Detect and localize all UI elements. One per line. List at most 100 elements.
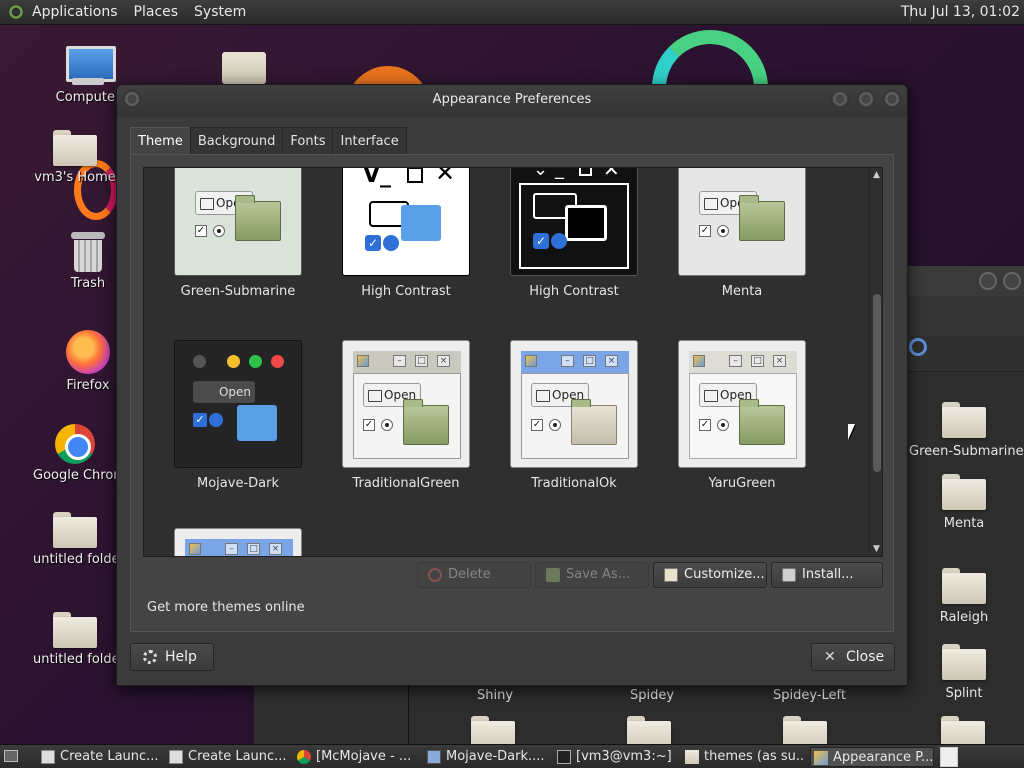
delete-icon <box>428 568 442 582</box>
search-icon[interactable] <box>909 338 927 356</box>
taskbar-item-label: [vm3@vm3:~] <box>576 749 672 764</box>
taskbar-item[interactable]: [vm3@vm3:~] <box>554 747 676 767</box>
taskbar-item[interactable]: themes (as su... <box>682 747 804 767</box>
customize-button[interactable]: Customize... <box>653 562 767 588</box>
checkbox-preview: ✓ <box>531 419 543 431</box>
minimize-icon: – <box>393 355 406 367</box>
folder-icon <box>565 205 607 241</box>
checkbox-preview: ✓ <box>699 419 711 431</box>
minimize-icon: – <box>729 355 742 367</box>
close-icon <box>271 355 284 368</box>
theme-thumbnail: Open ✓ <box>174 340 302 468</box>
window-title: Appearance Preferences <box>432 92 592 107</box>
save-as-button[interactable]: Save As... <box>535 562 649 588</box>
minimize-icon[interactable] <box>979 272 997 290</box>
folder-icon <box>739 399 785 445</box>
maximize-icon <box>407 168 423 183</box>
folder-item[interactable]: Menta <box>909 474 1019 531</box>
folder-icon <box>942 644 986 680</box>
theme-item[interactable]: – □ × <box>154 528 322 556</box>
theme-list[interactable]: _ □ × Open ✓ Green-Submarine V_ ✕ <box>143 167 883 557</box>
maximize-icon[interactable] <box>1003 272 1021 290</box>
scroll-down-arrow-icon[interactable]: ▼ <box>873 544 880 554</box>
home-folder-icon <box>53 130 97 166</box>
folder-icon <box>942 474 986 510</box>
titlebar[interactable]: Appearance Preferences <box>117 85 907 117</box>
close-icon: × <box>605 355 618 367</box>
clock[interactable]: Thu Jul 13, 01:02 <box>901 4 1020 20</box>
close-icon: × <box>269 543 282 555</box>
taskbar-item-active[interactable]: Appearance P... <box>810 747 934 767</box>
minimize-icon[interactable] <box>831 90 849 108</box>
radio-preview <box>383 235 399 251</box>
scrollbar-thumb[interactable] <box>873 294 881 472</box>
tab-interface[interactable]: Interface <box>332 127 407 155</box>
folder-label[interactable]: Shiny <box>477 688 513 703</box>
terminal-icon: V_ <box>363 167 392 188</box>
theme-list-scrollbar[interactable]: ▲ ▼ <box>869 168 882 556</box>
radio-preview <box>209 413 223 427</box>
theme-name: Menta <box>721 284 763 299</box>
scroll-up-arrow-icon[interactable]: ▲ <box>873 170 880 180</box>
taskbar-item-label: Create Launc... <box>60 749 159 764</box>
folder-icon <box>53 612 97 648</box>
folder-icon <box>53 512 97 548</box>
close-icon[interactable] <box>883 90 901 108</box>
workspace-switcher[interactable] <box>940 747 958 767</box>
customize-button-label: Customize... <box>684 567 765 582</box>
tab-fonts[interactable]: Fonts <box>282 127 334 155</box>
delete-button[interactable]: Delete <box>417 562 531 588</box>
close-button[interactable]: ✕ Close <box>811 643 895 671</box>
menu-system[interactable]: System <box>194 4 246 20</box>
appearance-icon <box>814 751 828 765</box>
get-more-themes-link[interactable]: Get more themes online <box>147 600 305 615</box>
taskbar-item[interactable]: Create Launc... <box>38 747 160 767</box>
folder-item[interactable]: Raleigh <box>909 568 1019 625</box>
folder-icon <box>942 402 986 438</box>
install-button[interactable]: Install... <box>771 562 883 588</box>
theme-item[interactable]: – □ × Open ✓ TraditionalOk <box>490 340 658 491</box>
folder-icon <box>685 750 699 764</box>
top-panel: Applications Places System Thu Jul 13, 0… <box>0 0 1024 25</box>
tab-theme[interactable]: Theme <box>130 127 191 155</box>
menu-applications[interactable]: Applications <box>32 4 118 20</box>
folder-item[interactable]: Green-Submarine <box>909 402 1024 459</box>
desktop-icon-home[interactable]: vm3's Home <box>33 130 117 185</box>
theme-item[interactable]: ⌄ _ ✕ ✓ High Contrast <box>490 168 658 299</box>
menu-places[interactable]: Places <box>134 4 179 20</box>
folder-label[interactable]: Spidey-Left <box>773 688 846 703</box>
folder-icon[interactable] <box>222 52 266 84</box>
desktop-icon-label: vm3's Home <box>34 170 116 185</box>
theme-name: YaruGreen <box>708 476 776 491</box>
folder-label[interactable]: Spidey <box>630 688 674 703</box>
maximize-icon: □ <box>583 355 596 367</box>
theme-item[interactable]: – □ × Open ✓ YaruGreen <box>658 340 826 491</box>
customize-icon <box>664 568 678 582</box>
chrome-icon <box>55 424 95 464</box>
theme-item[interactable]: V_ ✕ ✓ High Contrast <box>322 167 490 299</box>
folder-item[interactable]: Splint <box>909 644 1019 701</box>
help-button[interactable]: Help <box>130 643 214 671</box>
delete-button-label: Delete <box>448 567 491 582</box>
taskbar-item[interactable]: Mojave-Dark.... <box>424 747 546 767</box>
theme-item[interactable]: _ □ × Open ✓ Green-Submarine <box>154 168 322 299</box>
appearance-preferences-window[interactable]: Appearance Preferences Theme Background … <box>116 84 908 686</box>
desktop-icon-label: untitled folder <box>33 652 117 667</box>
theme-item[interactable]: Open ✓ Menta <box>658 168 826 299</box>
taskbar-item[interactable]: [McMojave - ... <box>294 747 416 767</box>
mate-logo-icon[interactable] <box>8 4 24 20</box>
desktop-icon-chrome[interactable]: Google Chrome <box>33 424 117 483</box>
maximize-icon: □ <box>751 355 764 367</box>
desktop-icon-folder[interactable]: untitled folder <box>33 612 117 667</box>
folder-icon <box>739 195 785 241</box>
taskbar-item[interactable]: Create Launc... <box>166 747 288 767</box>
theme-item[interactable]: – □ × Open ✓ TraditionalGreen <box>322 340 490 491</box>
maximize-icon[interactable] <box>857 90 875 108</box>
theme-item[interactable]: Open ✓ Mojave-Dark <box>154 340 322 491</box>
desktop-icon-folder[interactable]: untitled folder <box>33 512 117 567</box>
minimize-icon <box>227 355 240 368</box>
show-desktop-icon[interactable] <box>4 750 18 762</box>
taskbar-item-label: Mojave-Dark.... <box>446 749 545 764</box>
tab-background[interactable]: Background <box>189 127 284 155</box>
maximize-icon: □ <box>415 355 428 367</box>
